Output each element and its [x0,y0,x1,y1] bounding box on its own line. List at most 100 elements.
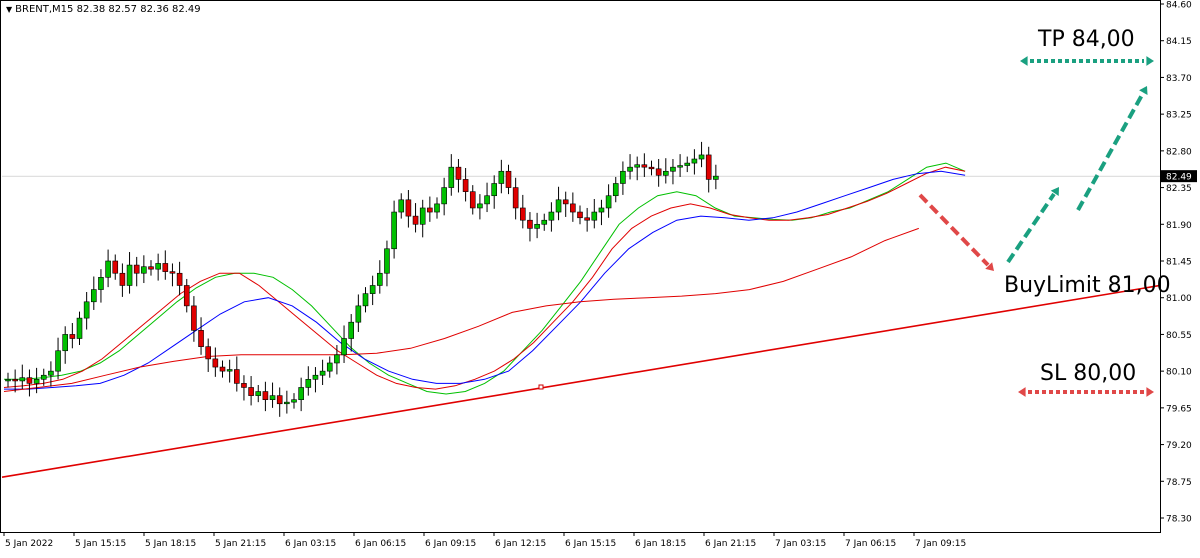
candle-body [234,369,240,384]
candle-body [684,162,691,166]
candle-body [534,223,540,229]
candle-body [141,266,147,274]
y-tick-label: 83.70 [1166,74,1192,84]
candle-body [133,264,140,274]
candle-body [248,387,254,396]
candle-body [205,346,211,360]
candle-body [169,271,176,274]
candle-body [55,350,61,372]
candle-body [620,170,626,184]
candle-body [419,207,426,225]
candle-body [98,277,104,290]
candle-body [491,183,498,197]
candle-body [455,166,462,180]
candle-body [591,211,598,221]
candle-body [219,366,226,372]
candle-body [112,260,119,274]
dropdown-triangle-icon[interactable]: ▼ [6,5,12,14]
candle-body [33,379,40,384]
candle-body [648,166,655,170]
candle-body [677,165,683,168]
candle-body [412,215,419,225]
candle-body [434,203,440,213]
candle-body [83,301,90,319]
candle-body [284,401,290,405]
candle-body [391,211,397,250]
y-tick-label: 80.10 [1166,368,1192,378]
candle-body [198,330,204,347]
symbol-label: BRENT,M15 [15,4,74,15]
candle-body [670,166,676,172]
candle-body [477,203,483,209]
candle-body [713,175,719,180]
tp-label: TP 84,00 [1037,27,1135,52]
candle-body [427,207,433,213]
candle-body [105,260,111,278]
candle-body [319,370,326,376]
price-chart[interactable]: TP 84,00 BuyLimit 81,00 SL 80,00 84.60 84.1… [0,0,1200,553]
candle-body [362,293,369,307]
candle-body [505,170,512,188]
candle-body [148,266,154,270]
candle-body [305,379,312,388]
candle-body [341,338,347,356]
candle-body [262,391,269,400]
candle-body [519,207,526,221]
y-tick-label: 82.35 [1166,184,1192,194]
candle-body [226,369,233,372]
candle-body [384,248,390,274]
candle-body [498,170,505,184]
candle-body [334,354,340,364]
candle-body [269,395,276,400]
candle-body [641,164,648,168]
current-price-label: 82.49 [1166,173,1192,183]
candle-body [26,377,33,384]
x-tick-label: 7 Jan 06:15 [845,539,896,549]
y-tick-label: 81.45 [1166,258,1192,268]
candle-body [634,164,641,168]
y-tick-label: 79.65 [1166,404,1192,414]
candle-body [541,219,548,225]
candle-body [405,199,412,217]
candle-body [312,374,319,380]
candle-body [276,395,283,405]
candle-body [5,379,11,382]
candle-body [612,183,619,197]
candle-body [562,199,569,205]
candle-body [291,399,297,403]
candle-body [155,263,161,270]
x-tick-label: 7 Jan 03:15 [775,539,826,549]
buylimit-label: BuyLimit 81,00 [1004,273,1171,298]
sl-label: SL 80,00 [1040,361,1136,386]
x-tick-label: 7 Jan 09:15 [915,539,966,549]
x-tick-label: 5 Jan 18:15 [145,539,196,549]
candle-body [441,187,447,205]
candle-body [191,305,197,331]
y-tick-label: 78.75 [1166,478,1192,488]
candle-body [176,272,183,286]
candle-body [598,207,605,213]
y-tick-label: 84.60 [1166,1,1192,11]
x-tick-label: 5 Jan 21:15 [215,539,266,549]
candle-body [40,374,47,380]
x-tick-label: 6 Jan 15:15 [565,539,616,549]
y-tick-label: 81.00 [1166,294,1192,304]
candle-body [570,203,576,213]
candle-body [462,179,469,192]
candle-body [76,317,83,339]
chart-window: ▼ BRENT,M15 82.38 82.57 82.36 82.49 TP 84… [0,0,1200,553]
candle-body [448,166,455,188]
candle-body [255,391,262,396]
candle-body [183,285,190,307]
candle-body [698,154,705,160]
candle-body [655,168,662,176]
candle-body [605,195,612,209]
candle-body [241,383,247,388]
x-tick-label: 6 Jan 21:15 [705,539,756,549]
y-tick-label: 84.15 [1166,37,1192,47]
candle-body [369,285,376,294]
x-tick-label: 6 Jan 06:15 [355,539,406,549]
candle-body [212,358,219,368]
trendline-anchor[interactable] [538,384,544,390]
candle-body [19,377,26,382]
